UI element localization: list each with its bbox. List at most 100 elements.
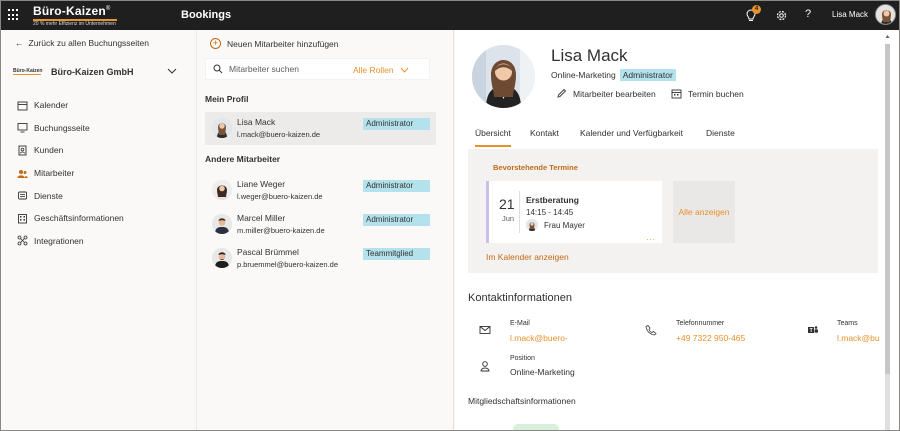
staff-email: l.weger@buero-kaizen.de	[237, 192, 323, 201]
nav-item-mitarbeiter[interactable]: Mitarbeiter	[0, 162, 197, 185]
contact-position: Position Online-Marketing	[510, 355, 575, 377]
user-name[interactable]: Lisa Mack	[832, 10, 868, 19]
nav-item-kalender[interactable]: Kalender	[0, 94, 197, 117]
avatar	[212, 118, 232, 138]
roles-filter-label: Alle Rollen	[352, 65, 394, 75]
staff-name: Pascal Brümmel	[237, 247, 299, 257]
phone-label: Telefonnummer	[676, 320, 725, 327]
edit-staff-button[interactable]: Mitarbeiter bearbeiten	[556, 88, 656, 99]
phone-icon	[645, 324, 657, 336]
role-badge: Teammitglied	[363, 248, 430, 260]
staff-name: Liane Weger	[237, 179, 286, 189]
brand-name: Büro-Kaizen	[33, 4, 106, 18]
scroll-up-icon[interactable]	[885, 32, 890, 40]
add-staff-button[interactable]: + Neuen Mitarbeiter hinzufügen	[210, 38, 339, 49]
role-badge: Administrator	[363, 180, 430, 192]
nav-item-dienste[interactable]: Dienste	[0, 184, 197, 207]
more-options-icon[interactable]: ...	[646, 233, 656, 242]
back-label: Zurück zu allen Buchungsseiten	[28, 38, 150, 48]
my-profile-header: Mein Profil	[205, 94, 249, 104]
contact-email: E-Mail l.mack@buero-	[510, 320, 568, 343]
notification-badge: 4	[752, 5, 761, 14]
roles-filter-dropdown[interactable]: Alle Rollen	[353, 65, 409, 75]
services-icon	[18, 191, 27, 200]
tab-uebersicht[interactable]: Übersicht	[475, 128, 511, 147]
avatar	[212, 180, 232, 200]
other-staff-header: Andere Mitarbeiter	[205, 154, 281, 164]
view-in-calendar-link[interactable]: Im Kalender anzeigen	[486, 252, 569, 262]
staff-email: p.bruemmel@buero-kaizen.de	[237, 260, 338, 269]
gear-icon[interactable]	[775, 9, 788, 22]
tab-kontakt[interactable]: Kontakt	[530, 128, 559, 138]
search-icon	[213, 64, 223, 74]
contact-section-title: Kontaktinformationen	[468, 292, 572, 304]
nav-item-kunden[interactable]: Kunden	[0, 139, 197, 162]
appointment-day: 21	[499, 196, 515, 212]
help-icon[interactable]: ?	[805, 8, 811, 20]
staff-row-liane-weger[interactable]: Liane Weger l.weger@buero-kaizen.de Admi…	[205, 174, 436, 207]
staff-search: Alle Rollen	[205, 58, 430, 80]
integrations-icon	[17, 235, 28, 246]
left-navigation: ← Zurück zu allen Buchungsseiten Büro-Ka…	[0, 30, 197, 431]
role-badge: Administrator	[363, 214, 430, 226]
search-input[interactable]	[229, 64, 349, 74]
nav-item-geschaeftsinformationen[interactable]: Geschäftsinformationen	[0, 207, 197, 230]
contact-card-icon	[18, 145, 27, 156]
company-logo: Büro-Kaizen	[13, 67, 43, 75]
nav-item-label: Integrationen	[34, 235, 84, 246]
upcoming-appointments-panel: Bevorstehende Termine 21 Jun Erstberatun…	[468, 149, 878, 273]
nav-item-label: Buchungsseite	[34, 122, 90, 133]
phone-value[interactable]: +49 7322 950-465	[676, 333, 745, 343]
role-badge: Administrator	[363, 118, 430, 130]
show-all-button[interactable]: Alle anzeigen	[673, 181, 735, 243]
staff-list-pane: + Neuen Mitarbeiter hinzufügen Alle Roll…	[197, 30, 454, 431]
email-value[interactable]: l.mack@buero-	[510, 333, 568, 343]
staff-row-marcel-miller[interactable]: Marcel Miller m.miller@buero-kaizen.de A…	[205, 208, 436, 241]
tab-kalender-verfuegbarkeit[interactable]: Kalender und Verfügbarkeit	[580, 128, 683, 138]
person-icon	[480, 361, 490, 372]
plus-circle-icon: +	[210, 38, 221, 49]
brand-mark: ®	[105, 6, 111, 12]
calendar-icon	[671, 89, 682, 99]
teams-value[interactable]: l.mack@bu	[837, 333, 880, 343]
appointment-customer: Frau Mayer	[526, 219, 585, 231]
edit-staff-label: Mitarbeiter bearbeiten	[573, 88, 656, 99]
chevron-down-icon	[167, 68, 177, 74]
email-label: E-Mail	[510, 320, 530, 327]
tab-dienste[interactable]: Dienste	[706, 128, 735, 138]
position-value: Online-Marketing	[510, 367, 575, 377]
profile-detail-pane: Lisa Mack Online-Marketing Administrator …	[455, 30, 900, 431]
avatar[interactable]	[875, 4, 896, 25]
mail-icon	[479, 326, 491, 334]
building-icon	[18, 213, 27, 224]
contact-teams: Teams l.mack@bu	[837, 320, 880, 343]
staff-row-pascal-bruemmel[interactable]: Pascal Brümmel p.bruemmel@buero-kaizen.d…	[205, 242, 436, 275]
upcoming-title: Bevorstehende Termine	[493, 163, 578, 172]
staff-name: Marcel Miller	[237, 213, 286, 223]
appointment-card[interactable]: 21 Jun Erstberatung 14:15 - 14:45 Frau M…	[486, 181, 662, 243]
teams-label: Teams	[837, 320, 858, 327]
department-label: Online-Marketing	[551, 70, 616, 80]
monitor-icon	[17, 123, 28, 133]
brand-tagline: 20 % mehr Effizienz im Unternehmen	[33, 21, 116, 27]
position-label: Position	[510, 355, 535, 362]
nav-item-buchungsseite[interactable]: Buchungsseite	[0, 117, 197, 140]
book-appointment-button[interactable]: Termin buchen	[671, 88, 744, 99]
company-selector[interactable]: Büro-Kaizen Büro-Kaizen GmbH	[13, 64, 183, 80]
scrollbar-thumb[interactable]	[885, 44, 890, 374]
nav-item-label: Kalender	[34, 100, 69, 111]
appointment-time: 14:15 - 14:45	[526, 208, 574, 217]
app-launcher-icon[interactable]	[8, 9, 20, 21]
avatar	[526, 219, 538, 231]
svg-text:T: T	[810, 328, 813, 334]
nav-item-label: Kunden	[34, 145, 64, 156]
add-staff-label: Neuen Mitarbeiter hinzufügen	[227, 38, 339, 49]
staff-row-lisa-mack[interactable]: Lisa Mack l.mack@buero-kaizen.de Adminis…	[205, 112, 436, 145]
nav-list: Kalender Buchungsseite Kunden Mitarbeite…	[0, 94, 197, 252]
brand-logo: Büro-Kaizen® 20 % mehr Effizienz im Unte…	[33, 3, 119, 27]
appointment-title: Erstberatung	[526, 195, 579, 205]
nav-item-integrationen[interactable]: Integrationen	[0, 230, 197, 253]
staff-email: m.miller@buero-kaizen.de	[237, 226, 325, 235]
back-link[interactable]: ← Zurück zu allen Buchungsseiten	[15, 38, 149, 48]
appointment-month: Jun	[502, 214, 515, 223]
